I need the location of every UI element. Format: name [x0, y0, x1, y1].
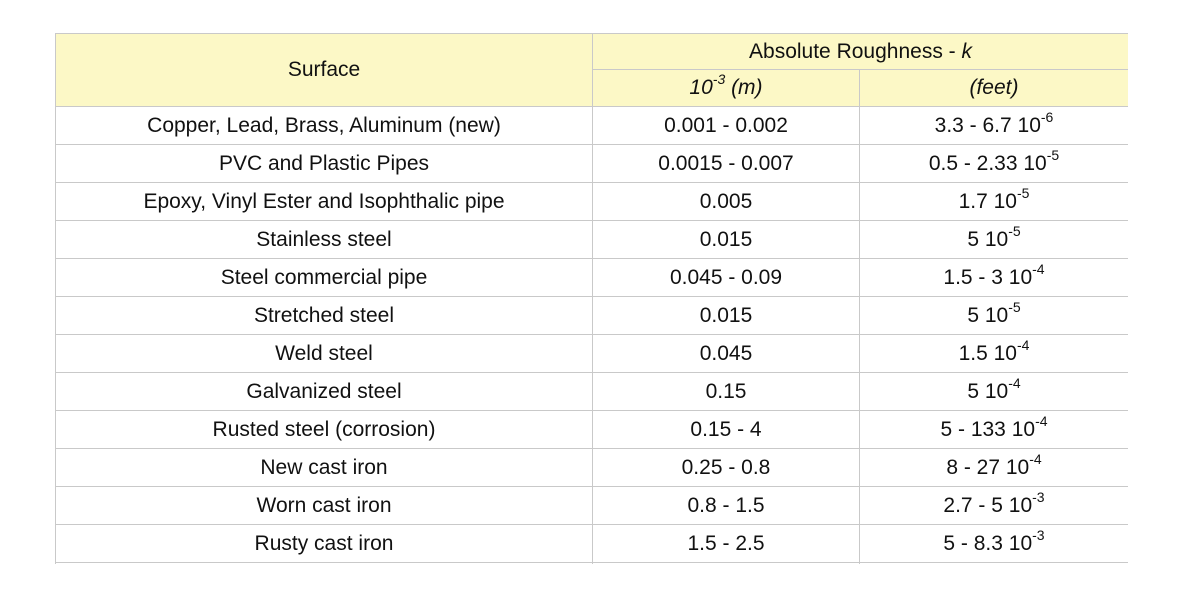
- cell-roughness-feet-exp: -6: [1040, 108, 1054, 125]
- cell-roughness-feet-exp: -3: [1032, 526, 1045, 543]
- table-row: Weld steel 0.045 1.5 10-4: [55, 334, 1128, 373]
- table-row: Stretched steel 0.015 5 10-5: [55, 296, 1128, 335]
- header-row-1: Surface Absolute Roughness - k: [55, 33, 1128, 107]
- cell-roughness-feet-exp: -5: [1016, 184, 1030, 201]
- header-unit-m-label: (m): [725, 76, 763, 99]
- cell-surface: Rusty cast iron: [55, 524, 593, 563]
- header-group-label: Absolute Roughness -: [749, 39, 962, 63]
- cell-roughness-feet-exp: -4: [1016, 336, 1030, 353]
- cell-surface: Rusted steel (corrosion): [55, 410, 593, 449]
- cell-roughness-m: 0.15 - 4: [592, 410, 860, 449]
- cell-roughness-m: 0.8 - 1.5: [592, 486, 860, 525]
- cell-surface: PVC and Plastic Pipes: [55, 144, 593, 183]
- cell-roughness-feet: 1.5 - 3 10-4: [859, 258, 1128, 297]
- cell-roughness-feet: 1.5 10-4: [859, 334, 1128, 373]
- roughness-table-container: Surface Absolute Roughness - k 10-3 (m) …: [55, 33, 1128, 564]
- cell-roughness-feet: 5 - 8.3 10-3: [859, 524, 1128, 563]
- table-row: [55, 562, 1128, 564]
- cell-roughness-feet: [859, 562, 1128, 564]
- table-body: Copper, Lead, Brass, Aluminum (new) 0.001…: [55, 106, 1128, 564]
- cell-roughness-feet-base: 1.7 10: [958, 189, 1017, 213]
- cell-roughness-feet-base: 5 10: [967, 303, 1009, 327]
- cell-surface: [55, 562, 593, 564]
- table-row: New cast iron 0.25 - 0.8 8 - 27 10-4: [55, 448, 1128, 487]
- header-group-symbol: k: [961, 39, 972, 63]
- cell-roughness-feet-exp: -4: [1029, 450, 1042, 467]
- table-row: Stainless steel 0.015 5 10-5: [55, 220, 1128, 259]
- cell-surface: Stainless steel: [55, 220, 593, 259]
- cell-roughness-feet-base: 5 10: [967, 379, 1009, 403]
- cell-roughness-m: 1.5 - 2.5: [592, 524, 860, 563]
- cell-roughness-feet-base: 0.5 - 2.33 10: [928, 151, 1047, 175]
- cell-surface: Copper, Lead, Brass, Aluminum (new): [55, 106, 593, 145]
- cell-roughness-feet-exp: -5: [1046, 146, 1060, 163]
- table-row: PVC and Plastic Pipes 0.0015 - 0.007 0.5 -…: [55, 144, 1128, 183]
- cell-roughness-feet-exp: -4: [1008, 374, 1021, 391]
- header-surface: Surface: [55, 33, 593, 107]
- cell-roughness-feet: 5 10-5: [859, 296, 1128, 335]
- cell-roughness-m: 0.015: [592, 220, 860, 259]
- cell-roughness-feet-exp: -4: [1035, 412, 1048, 429]
- cell-roughness-feet-exp: -3: [1032, 488, 1045, 505]
- header-unit-feet: (feet): [859, 69, 1128, 107]
- table-row: Rusty cast iron 1.5 - 2.5 5 - 8.3 10-3: [55, 524, 1128, 563]
- cell-roughness-feet-base: 5 10: [967, 227, 1009, 251]
- cell-roughness-feet: 3.3 - 6.7 10-6: [859, 106, 1128, 145]
- cell-surface: Stretched steel: [55, 296, 593, 335]
- cell-roughness-m: 0.001 - 0.002: [592, 106, 860, 145]
- cell-roughness-m: 0.25 - 0.8: [592, 448, 860, 487]
- table-row: Rusted steel (corrosion) 0.15 - 45 - 133 …: [55, 410, 1128, 449]
- cell-roughness-feet: 5 10-5: [859, 220, 1128, 259]
- cell-roughness-m: 0.045 - 0.09: [592, 258, 860, 297]
- cell-roughness-feet-base: 3.3 - 6.7 10: [934, 113, 1041, 137]
- cell-roughness-feet-exp: -4: [1032, 260, 1045, 277]
- cell-surface: Galvanized steel: [55, 372, 593, 411]
- cell-roughness-m: 0.045: [592, 334, 860, 373]
- cell-roughness-feet: 8 - 27 10-4: [859, 448, 1128, 487]
- cell-roughness-feet-base: 1.5 - 3 10: [943, 265, 1033, 289]
- header-absolute-roughness: Absolute Roughness - k: [592, 33, 1128, 70]
- table-row: Steel commercial pipe 0.045 - 0.09 1.5 - 3…: [55, 258, 1128, 297]
- header-unit-m: 10-3 (m): [592, 69, 860, 107]
- cell-roughness-feet-exp: -5: [1008, 222, 1021, 239]
- cell-roughness-feet-base: 8 - 27 10: [946, 455, 1030, 479]
- header-unit-m-base: 10: [689, 76, 713, 99]
- table-header: Surface Absolute Roughness - k 10-3 (m) …: [55, 33, 1128, 107]
- table-row: Copper, Lead, Brass, Aluminum (new) 0.001…: [55, 106, 1128, 145]
- cell-roughness-feet-base: 5 - 133 10: [940, 417, 1036, 441]
- cell-roughness-m: 0.15: [592, 372, 860, 411]
- cell-roughness-m: [592, 562, 860, 564]
- cell-roughness-feet-base: 5 - 8.3 10: [943, 531, 1033, 555]
- table-row: Epoxy, Vinyl Ester and Isophthalic pipe 0…: [55, 182, 1128, 221]
- cell-surface: Steel commercial pipe: [55, 258, 593, 297]
- cell-roughness-m: 0.0015 - 0.007: [592, 144, 860, 183]
- cell-surface: Worn cast iron: [55, 486, 593, 525]
- cell-roughness-feet: 0.5 - 2.33 10-5: [859, 144, 1128, 183]
- cell-roughness-feet: 1.7 10-5: [859, 182, 1128, 221]
- header-unit-m-exp: -3: [712, 71, 726, 87]
- cell-roughness-feet: 5 - 133 10-4: [859, 410, 1128, 449]
- cell-roughness-feet-base: 1.5 10: [958, 341, 1017, 365]
- cell-roughness-feet: 5 10-4: [859, 372, 1128, 411]
- cell-roughness-m: 0.015: [592, 296, 860, 335]
- table-row: Galvanized steel 0.15 5 10-4: [55, 372, 1128, 411]
- cell-roughness-feet-base: 2.7 - 5 10: [943, 493, 1033, 517]
- table-row: Worn cast iron 0.8 - 1.5 2.7 - 5 10-3: [55, 486, 1128, 525]
- cell-roughness-feet-exp: -5: [1008, 298, 1021, 315]
- cell-surface: Epoxy, Vinyl Ester and Isophthalic pipe: [55, 182, 593, 221]
- cell-surface: Weld steel: [55, 334, 593, 373]
- cell-surface: New cast iron: [55, 448, 593, 487]
- cell-roughness-m: 0.005: [592, 182, 860, 221]
- cell-roughness-feet: 2.7 - 5 10-3: [859, 486, 1128, 525]
- roughness-table: Surface Absolute Roughness - k 10-3 (m) …: [55, 33, 1128, 564]
